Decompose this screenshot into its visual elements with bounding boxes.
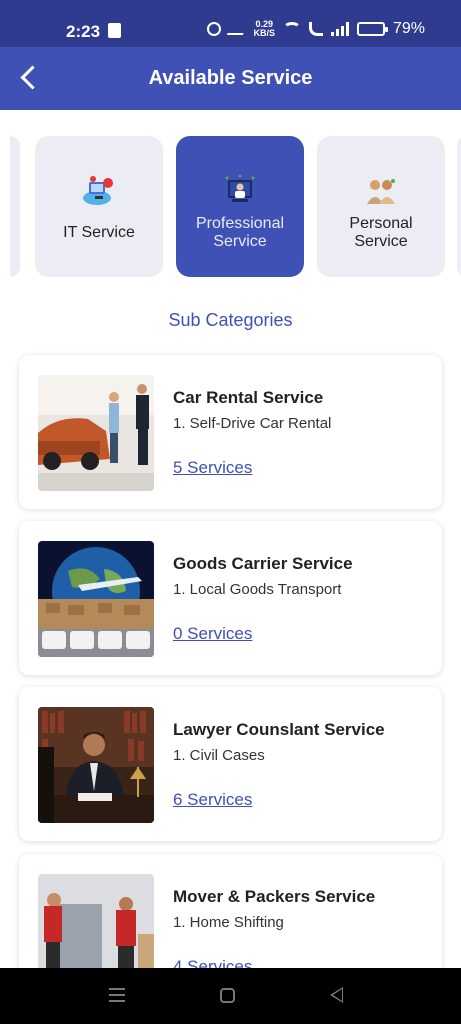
category-card-partial-right[interactable] (457, 136, 461, 277)
category-label: Professional Service (195, 215, 285, 250)
battery-icon (356, 22, 388, 36)
alarm-icon (207, 22, 222, 36)
car-rental-photo (38, 375, 154, 491)
category-carousel[interactable]: IT Service Professional Service Personal… (0, 136, 461, 277)
it-service-icon (83, 176, 113, 205)
signal-icon (330, 22, 349, 36)
system-nav-bar (0, 968, 461, 1024)
services-count-link[interactable]: 6 Services (173, 790, 252, 810)
sim-icon (108, 23, 121, 38)
wifi-call-icon (308, 22, 323, 36)
app-bar: Available Service (0, 47, 461, 110)
services-count-link[interactable]: 5 Services (173, 458, 252, 478)
service-title: Car Rental Service (173, 388, 324, 407)
service-subtitle: 1. Local Goods Transport (173, 581, 342, 598)
category-card-it-service[interactable]: IT Service (35, 136, 163, 277)
category-label: IT Service (63, 224, 135, 241)
services-count-link[interactable]: 0 Services (173, 624, 252, 644)
service-subtitle: 1. Self-Drive Car Rental (173, 415, 332, 432)
sub-categories-heading: Sub Categories (168, 310, 293, 330)
service-subtitle: 1. Civil Cases (173, 747, 265, 764)
service-card-goods-carrier[interactable]: Goods Carrier Service 1. Local Goods Tra… (19, 521, 442, 675)
net-speed-unit: KB/S (253, 28, 275, 38)
mute-icon (227, 23, 248, 35)
status-icons: 0.29 KB/S 79% (207, 20, 425, 38)
page-title: Available Service (148, 67, 313, 89)
category-card-professional-service[interactable]: Professional Service (176, 136, 304, 277)
lawyer-photo (38, 707, 154, 823)
service-title: Goods Carrier Service (173, 554, 353, 573)
service-title: Mover & Packers Service (173, 887, 376, 906)
battery-percent: 79% (392, 20, 425, 37)
category-label: Personal Service (349, 215, 413, 250)
service-subtitle: 1. Home Shifting (173, 914, 284, 931)
net-speed: 0.29 KB/S (253, 20, 275, 38)
goods-carrier-photo (38, 541, 154, 657)
service-title: Lawyer Counslant Service (173, 720, 385, 739)
status-time: 2:23 (66, 22, 101, 41)
category-card-partial-left[interactable] (10, 136, 20, 277)
home-icon[interactable] (220, 988, 235, 1003)
status-bar: 2:23 0.29 KB/S 79% (0, 0, 461, 47)
category-card-personal-service[interactable]: Personal Service (317, 136, 445, 277)
service-card-lawyer[interactable]: Lawyer Counslant Service 1. Civil Cases … (19, 687, 442, 841)
wifi-icon (282, 22, 301, 36)
recent-apps-icon[interactable] (109, 988, 125, 1002)
professional-service-icon (225, 174, 255, 202)
personal-service-icon (367, 179, 395, 204)
service-card-car-rental[interactable]: Car Rental Service 1. Self-Drive Car Ren… (19, 355, 442, 509)
nav-back-icon[interactable] (330, 987, 343, 1003)
